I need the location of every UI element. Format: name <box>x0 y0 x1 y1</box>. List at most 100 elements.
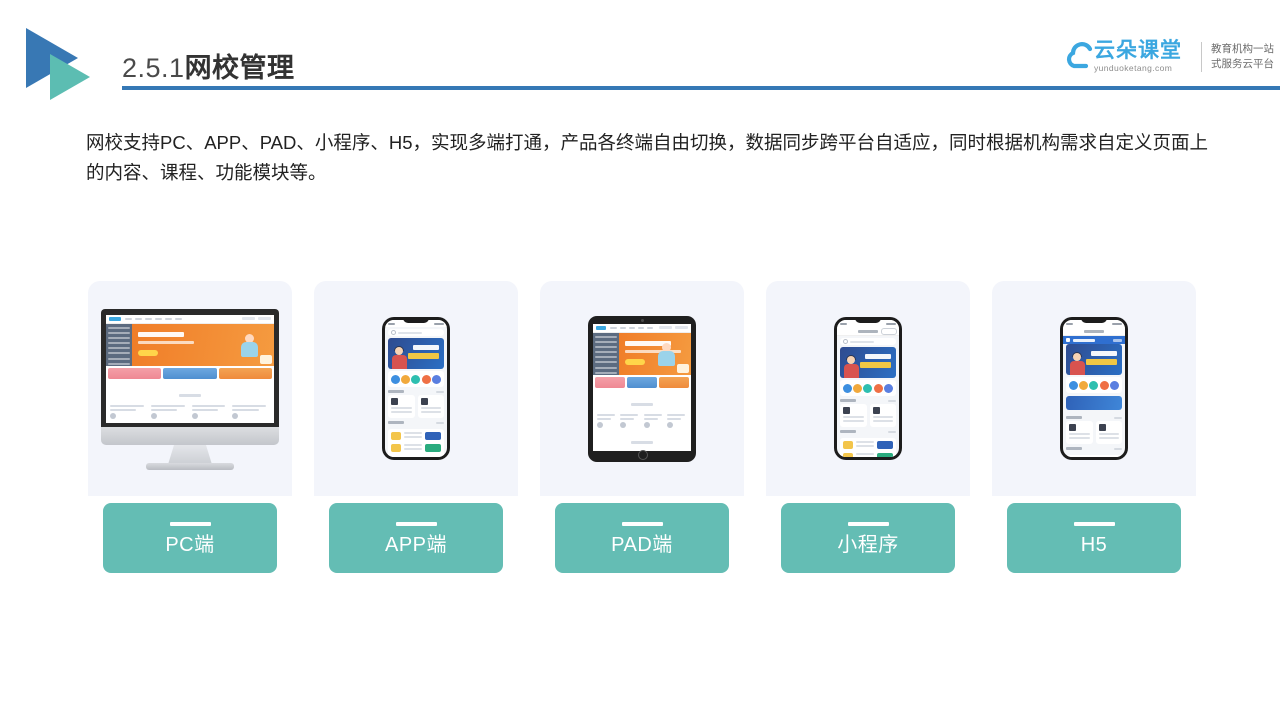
device-label-text: PC端 <box>165 533 215 556</box>
device-label-miniprogram[interactable]: 小程序 <box>781 503 955 573</box>
device-stage-app <box>314 281 518 496</box>
h5-logo-icon <box>1066 338 1070 342</box>
site-sidebar <box>593 332 619 375</box>
tablet-camera <box>640 318 644 322</box>
device-card-miniprogram[interactable]: 小程序 <box>766 281 970 573</box>
smartphone-icon <box>382 317 450 460</box>
label-dash <box>847 521 889 526</box>
app-card-row <box>840 404 896 427</box>
app-section-header <box>840 399 896 402</box>
slide-header: 2.5.1网校管理 云朵课堂 yunduoketang.com 教育机构一站 式… <box>0 0 1280 105</box>
device-label-text: 小程序 <box>837 533 899 556</box>
app-hero-banner <box>840 347 896 378</box>
desktop-monitor-icon <box>101 308 279 470</box>
device-stage-miniprogram <box>766 281 970 496</box>
site-section-title <box>106 381 274 405</box>
site-promo-strip <box>106 366 274 381</box>
app-icon-row <box>1066 377 1122 393</box>
site-logo-icon <box>109 316 121 321</box>
smartphone-browser-icon <box>1060 317 1128 460</box>
label-dash <box>395 521 437 526</box>
monitor-chin <box>101 426 279 445</box>
h5-promo-strip <box>1066 396 1122 410</box>
site-promo-strip <box>593 375 691 390</box>
title-underline <box>122 86 1280 90</box>
app-course-list <box>1066 455 1122 457</box>
app-section-header-2 <box>388 421 444 424</box>
device-stage-h5 <box>992 281 1196 496</box>
double-triangle-logo-icon <box>26 28 110 100</box>
brand-name: 云朵课堂 <box>1094 38 1182 62</box>
smartphone-miniprogram-icon <box>834 317 902 460</box>
intro-paragraph: 网校支持PC、APP、PAD、小程序、H5，实现多端打通，产品各终端自由切换，数… <box>86 132 1209 183</box>
device-label-pad[interactable]: PAD端 <box>555 503 729 573</box>
label-dash <box>621 521 663 526</box>
hero-cta-button <box>138 349 158 356</box>
brand-tagline: 教育机构一站 式服务云平台 <box>1211 42 1274 72</box>
tablet-icon <box>588 315 696 462</box>
phone-notch <box>855 317 881 323</box>
website-preview <box>593 323 691 451</box>
device-cards: PC端 APP端 PAD端 小程序 H5 <box>88 281 1196 573</box>
page-title-name: 网校管理 <box>184 53 295 83</box>
brand-tagline-line2: 式服务云平台 <box>1211 58 1274 70</box>
hero-banner <box>619 332 691 375</box>
app-section-header <box>388 390 444 393</box>
site-course-row <box>106 404 274 419</box>
tablet-screen <box>593 323 691 451</box>
app-card-row <box>388 395 444 418</box>
app-section-header-2 <box>1066 447 1122 450</box>
phone-notch <box>1081 317 1107 323</box>
app-course-list <box>388 429 444 457</box>
h5-header-actions <box>1113 338 1122 342</box>
brand-tagline-line1: 教育机构一站 <box>1211 42 1274 55</box>
device-label-pc[interactable]: PC端 <box>103 503 277 573</box>
brand-domain: yunduoketang.com <box>1094 63 1173 73</box>
h5-brand-header <box>1063 336 1125 344</box>
app-card-row <box>1066 421 1122 444</box>
device-card-h5[interactable]: H5 <box>992 281 1196 573</box>
site-navbar <box>106 314 274 324</box>
brand-words: 云朵课堂 yunduoketang.com <box>1094 38 1182 74</box>
app-search-bar <box>388 329 444 336</box>
device-label-h5[interactable]: H5 <box>1007 503 1181 573</box>
label-dash <box>169 521 211 526</box>
site-navbar <box>593 323 691 333</box>
hero-cta-button <box>625 358 645 365</box>
device-label-text: PAD端 <box>611 533 673 556</box>
site-logo-icon <box>596 325 607 330</box>
logo-triangle-teal <box>50 54 90 100</box>
page-title: 2.5.1网校管理 <box>122 46 295 85</box>
miniprogram-titlebar <box>837 327 899 336</box>
app-icon-row <box>840 380 896 396</box>
brand-divider <box>1201 42 1202 72</box>
phone-notch <box>403 317 429 323</box>
device-stage-pc <box>88 281 292 496</box>
phone-screen <box>837 320 899 457</box>
phone-screen <box>385 320 447 457</box>
tablet-home-button <box>638 449 648 460</box>
app-search-bar <box>840 338 896 345</box>
device-label-text: APP端 <box>384 533 448 556</box>
label-dash <box>1073 521 1115 526</box>
app-section-header-2 <box>840 430 896 433</box>
website-preview <box>106 314 274 423</box>
site-sidebar <box>106 323 132 366</box>
device-card-app[interactable]: APP端 <box>314 281 518 573</box>
device-label-text: H5 <box>1080 533 1108 556</box>
site-course-row <box>593 413 691 428</box>
brand-lockup: 云朵课堂 yunduoketang.com 教育机构一站 式服务云平台 <box>1066 36 1274 78</box>
site-nav-right <box>239 317 271 320</box>
miniprogram-capsule-menu[interactable] <box>881 327 897 335</box>
page-title-number: 2.5.1 <box>122 53 185 83</box>
monitor-screen <box>101 308 279 427</box>
device-stage-pad <box>540 281 744 496</box>
device-card-pc[interactable]: PC端 <box>88 281 292 573</box>
monitor-stand-base <box>146 462 234 470</box>
hero-banner <box>132 323 274 366</box>
site-section-title-2 <box>593 428 691 451</box>
device-card-pad[interactable]: PAD端 <box>540 281 744 573</box>
brand-left: 云朵课堂 yunduoketang.com <box>1066 38 1192 74</box>
app-course-list <box>840 438 896 457</box>
device-label-app[interactable]: APP端 <box>329 503 503 573</box>
